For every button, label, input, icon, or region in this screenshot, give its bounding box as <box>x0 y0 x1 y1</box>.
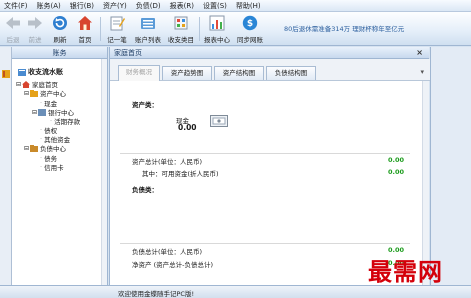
sync-label: 同步网账 <box>237 36 263 44</box>
pencil-note-icon <box>108 14 126 32</box>
tree-branch-icon: · <box>40 99 43 107</box>
close-icon[interactable]: × <box>416 47 423 59</box>
tree-branch-icon: · <box>40 126 43 134</box>
book-icon[interactable] <box>1 69 11 79</box>
tab-liability-structure[interactable]: 负债结构图 <box>266 66 316 80</box>
menu-reports[interactable]: 报表(R) <box>170 1 194 11</box>
menu-bank[interactable]: 银行(B) <box>70 1 94 11</box>
tree-root-label: 收支流水账 <box>28 68 63 76</box>
note-button[interactable]: 记一笔 <box>104 14 130 44</box>
toolbar: 后退 前进 刷新 首页 记一笔 账户列表 收支类目 报表中心 $ 同步网账 80… <box>0 12 471 46</box>
tree-item-assets[interactable]: ⊟ 资产中心 <box>24 88 66 98</box>
forward-label: 前进 <box>28 36 42 44</box>
house-icon <box>22 80 31 88</box>
tree-item-credit-card[interactable]: · 信用卡 <box>40 162 64 172</box>
tree-item-liabilities[interactable]: ⊟ 负债中心 <box>24 143 66 153</box>
view-tab-bar: 财务概况 资产趋势图 资产结构图 负债结构图 ▾ <box>110 59 430 81</box>
watermark: 最需网 <box>368 257 443 286</box>
divider <box>120 243 410 244</box>
liabilities-heading: 负债类： <box>132 186 158 194</box>
home-icon <box>76 14 94 32</box>
chevron-down-icon[interactable]: ▾ <box>420 68 424 76</box>
sidebar: 账务 收支流水账 ⊟ 家庭首页 ⊟ 资产中心 · 现金 ⊟ 银行中心 · 活期存… <box>12 47 108 285</box>
forward-button[interactable]: 前进 <box>24 14 46 44</box>
categories-label: 收支类目 <box>168 36 194 44</box>
tab-asset-trend[interactable]: 资产趋势图 <box>162 66 212 80</box>
tree-branch-icon: · <box>40 154 43 162</box>
tree-item-current-deposit-label: 活期存款 <box>54 118 81 126</box>
tab-asset-structure[interactable]: 资产结构图 <box>214 66 264 80</box>
assets-folder-icon <box>30 89 39 97</box>
back-button[interactable]: 后退 <box>2 14 24 44</box>
menu-bar: 文件(F) 账务(A) 银行(B) 资产(Y) 负债(D) 报表(R) 设置(S… <box>0 0 471 12</box>
total-liabilities-label: 负债总计(单位：人民币) <box>132 248 203 256</box>
refresh-icon <box>51 14 69 32</box>
home-button[interactable]: 首页 <box>74 14 96 44</box>
tree-item-credit-card-label: 信用卡 <box>44 164 64 172</box>
document-tab-home[interactable]: 家庭首页 <box>114 47 142 59</box>
sync-icon: $ <box>241 14 259 32</box>
collapse-icon: ⊟ <box>24 89 30 97</box>
tab-overview[interactable]: 财务概况 <box>118 65 160 81</box>
available-funds-label: 其中：可用资金(折人民币) <box>142 170 219 178</box>
bank-icon <box>38 108 47 116</box>
category-icon <box>172 14 190 32</box>
tree-branch-icon: · <box>40 135 43 143</box>
main-pane: 家庭首页 × 财务概况 资产趋势图 资产结构图 负债结构图 ▾ 资产类： 现金 … <box>109 47 430 285</box>
report-center-button[interactable]: 报表中心 <box>202 14 232 44</box>
forward-arrow-icon <box>26 14 44 32</box>
svg-text:$: $ <box>247 19 253 29</box>
document-tab-bar: 家庭首页 × <box>110 47 429 59</box>
menu-settings[interactable]: 设置(S) <box>203 1 227 11</box>
sidebar-scrollbar[interactable] <box>101 59 107 285</box>
tree-branch-icon: · <box>40 163 43 171</box>
divider <box>120 153 410 154</box>
news-ticker[interactable]: 80后退休需准备314万 理财杯称年至亿元 <box>284 23 404 33</box>
total-assets-label: 资产总计(单位：人民币) <box>132 158 203 166</box>
collapse-icon: ⊟ <box>24 144 30 152</box>
menu-file[interactable]: 文件(F) <box>4 1 28 11</box>
right-panel <box>430 47 471 285</box>
tree-root[interactable]: 收支流水账 <box>18 67 63 77</box>
report-chart-icon <box>208 14 226 32</box>
refresh-button[interactable]: 刷新 <box>49 14 71 44</box>
collapse-icon: ⊟ <box>32 108 38 116</box>
note-label: 记一笔 <box>107 36 127 44</box>
cash-value: 0.00 <box>178 123 197 132</box>
available-funds-value: 0.00 <box>388 168 405 176</box>
refresh-label: 刷新 <box>53 36 67 44</box>
net-assets-label: 净资产 (资产总计-负债总计) <box>132 261 213 269</box>
report-center-label: 报表中心 <box>204 36 230 44</box>
status-text: 欢迎使用金蝶随手记PC版! <box>118 290 195 298</box>
home-label: 首页 <box>78 36 92 44</box>
tree-item-assets-label: 资产中心 <box>40 90 67 98</box>
sidebar-title: 账务 <box>12 47 107 59</box>
menu-accounts[interactable]: 账务(A) <box>37 1 61 11</box>
accounts-button[interactable]: 账户列表 <box>133 14 163 44</box>
menu-assets[interactable]: 资产(Y) <box>103 1 127 11</box>
sync-button[interactable]: $ 同步网账 <box>235 14 265 44</box>
toolbar-separator <box>100 17 101 41</box>
assets-heading: 资产类： <box>132 101 158 109</box>
tree-item-liabilities-label: 负债中心 <box>40 145 67 153</box>
accounts-label: 账户列表 <box>135 36 161 44</box>
tree-branch-icon: · <box>50 117 53 125</box>
menu-help[interactable]: 帮助(H) <box>236 1 261 11</box>
categories-button[interactable]: 收支类目 <box>166 14 196 44</box>
menu-liabilities[interactable]: 负债(D) <box>136 1 161 11</box>
liabilities-folder-icon <box>30 144 39 152</box>
account-list-icon <box>139 14 157 32</box>
ledger-icon <box>18 68 26 76</box>
collapse-icon: ⊟ <box>16 80 22 88</box>
cash-wallet-icon[interactable] <box>210 115 228 127</box>
back-label: 后退 <box>6 36 20 44</box>
nav-strip <box>0 47 12 285</box>
toolbar-separator <box>199 17 200 41</box>
total-assets-value: 0.00 <box>388 156 405 164</box>
back-arrow-icon <box>4 14 22 32</box>
